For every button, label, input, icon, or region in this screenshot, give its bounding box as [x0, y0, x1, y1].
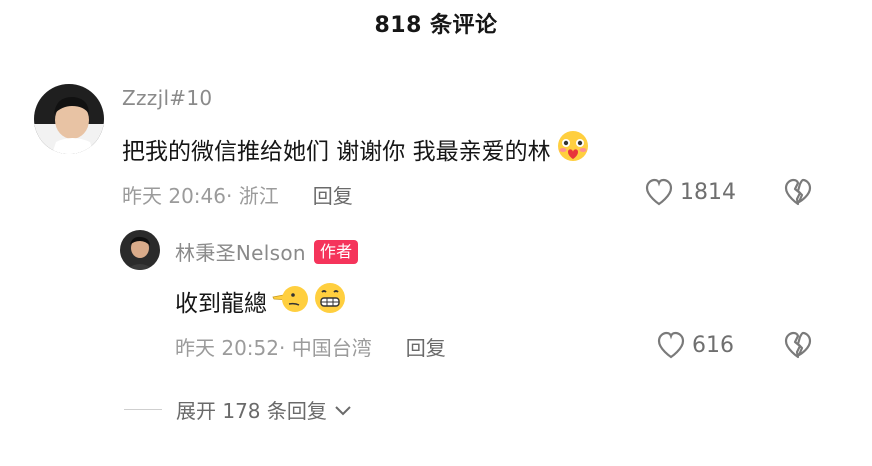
pointing-hand-face-icon [271, 283, 309, 319]
reply-text: 收到龍總 [175, 282, 347, 320]
reply-username-text: 林秉圣Nelson [175, 241, 306, 265]
comment-username[interactable]: Zzzjl#10 [122, 86, 212, 110]
chevron-down-icon [335, 405, 351, 415]
author-badge: 作者 [313, 239, 359, 264]
reply-button[interactable]: 回复 [313, 180, 353, 209]
broken-heart-icon [784, 178, 812, 206]
comment-meta: 昨天 20:46 · 浙江 回复 [122, 180, 353, 209]
comment-text: 把我的微信推给她们 谢谢你 我最亲爱的林 [122, 130, 591, 168]
author-avatar-image [120, 230, 160, 270]
reply-avatar[interactable] [120, 230, 160, 270]
comments-header: 818 条评论 [0, 0, 872, 46]
user-avatar-image [34, 84, 104, 154]
reply-like-button[interactable]: 616 [656, 331, 734, 359]
broken-heart-icon [784, 331, 812, 359]
expand-replies-label: 展开 178 条回复 [176, 399, 327, 423]
comments-count-title: 818 条评论 [374, 13, 498, 38]
comment-time: 昨天 20:46 [122, 184, 226, 208]
heart-icon [657, 331, 685, 359]
reply-dislike-button[interactable] [783, 331, 813, 363]
blushing-heart-face-icon [555, 130, 591, 168]
heart-icon [645, 178, 673, 206]
reply-reply-button[interactable]: 回复 [406, 332, 446, 361]
comment-body: 把我的微信推给她们 谢谢你 我最亲爱的林 [122, 139, 551, 165]
reply-username[interactable]: 林秉圣Nelson 作者 [175, 237, 359, 266]
reply-meta: 昨天 20:52 · 中国台湾 回复 [175, 332, 446, 361]
grinning-face-icon [313, 282, 347, 320]
expand-replies-button[interactable]: 展开 178 条回复 [124, 395, 353, 424]
like-count: 1814 [680, 179, 736, 205]
reply-location: · 中国台湾 [279, 336, 372, 360]
divider-line [124, 409, 162, 410]
reply-time: 昨天 20:52 [175, 336, 279, 360]
dislike-button[interactable] [783, 178, 813, 210]
avatar[interactable] [34, 84, 104, 154]
comment-location: · 浙江 [226, 184, 279, 208]
reply-like-count: 616 [692, 332, 734, 358]
like-button[interactable]: 1814 [644, 178, 736, 206]
reply-body: 收到龍總 [175, 291, 267, 317]
